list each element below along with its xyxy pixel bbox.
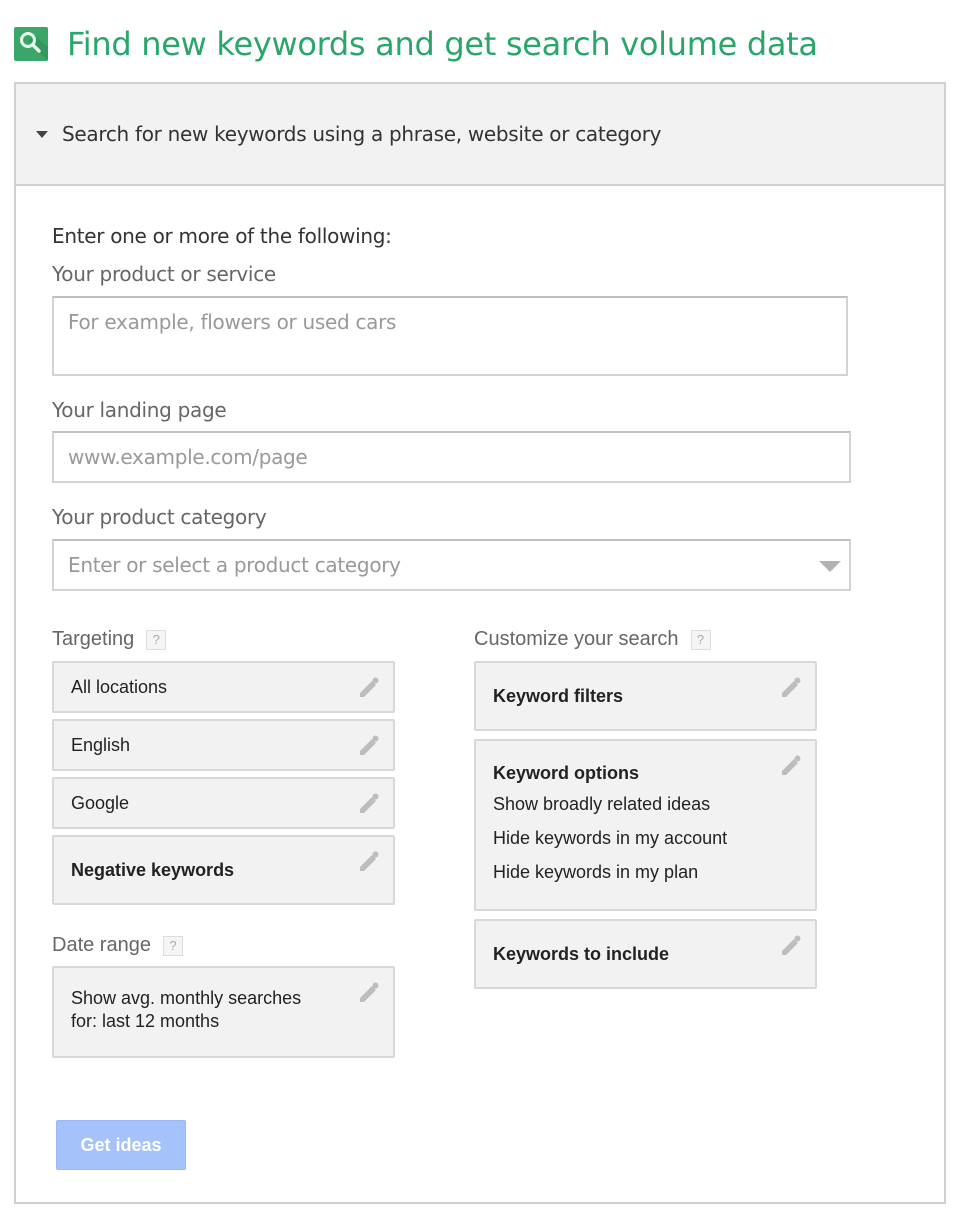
targeting-negative-keywords[interactable]: Negative keywords (52, 835, 395, 905)
pencil-icon[interactable] (357, 733, 381, 762)
pencil-icon[interactable] (779, 753, 803, 782)
customize-label: Customize your search ? (474, 628, 711, 651)
keyword-options-card[interactable]: Keyword options Show broadly related ide… (474, 739, 817, 911)
help-icon[interactable]: ? (690, 629, 711, 650)
pencil-icon[interactable] (779, 933, 803, 962)
date-range-line-1: Show avg. monthly searches (71, 988, 302, 1008)
customize-label-text: Customize your search (474, 628, 679, 650)
keyword-options-title: Keyword options (493, 763, 640, 783)
intro-text: Enter one or more of the following: (52, 224, 392, 248)
product-input[interactable] (52, 296, 848, 376)
targeting-item-label: All locations (71, 676, 168, 697)
landing-page-label: Your landing page (52, 398, 227, 422)
targeting-label: Targeting ? (52, 628, 167, 651)
caret-down-icon (36, 130, 48, 138)
dropdown-arrow-icon[interactable] (819, 561, 841, 572)
pencil-icon[interactable] (357, 791, 381, 820)
targeting-network[interactable]: Google (52, 777, 395, 829)
landing-page-input[interactable] (52, 431, 851, 483)
panel-heading: Search for new keywords using a phrase, … (62, 122, 662, 146)
pencil-icon[interactable] (357, 675, 381, 704)
date-range-line-2: for: last 12 months (71, 1011, 220, 1031)
keywords-to-include-title: Keywords to include (493, 943, 670, 964)
panel-header-toggle[interactable]: Search for new keywords using a phrase, … (16, 84, 944, 186)
date-range-card[interactable]: Show avg. monthly searches for: last 12 … (52, 966, 395, 1058)
keywords-to-include-card[interactable]: Keywords to include (474, 919, 817, 989)
keyword-option: Hide keywords in my account (493, 828, 728, 848)
category-label: Your product category (52, 505, 267, 529)
keyword-option: Hide keywords in my plan (493, 862, 699, 882)
keyword-filters-title: Keyword filters (493, 685, 624, 706)
keyword-filters-card[interactable]: Keyword filters (474, 661, 817, 731)
search-icon (14, 27, 48, 61)
targeting-label-text: Targeting (52, 628, 135, 650)
keyword-search-panel: Search for new keywords using a phrase, … (14, 82, 946, 1204)
help-icon[interactable]: ? (162, 935, 183, 956)
page-header: Find new keywords and get search volume … (14, 25, 818, 63)
keyword-option: Show broadly related ideas (493, 794, 711, 814)
pencil-icon[interactable] (779, 675, 803, 704)
help-icon[interactable]: ? (146, 629, 167, 650)
targeting-item-label: English (71, 734, 131, 755)
targeting-item-label: Google (71, 792, 130, 813)
date-range-label-text: Date range (52, 934, 151, 956)
category-dropdown[interactable]: Enter or select a product category (52, 539, 851, 591)
category-placeholder: Enter or select a product category (68, 553, 401, 577)
date-range-label: Date range ? (52, 934, 183, 957)
targeting-item-label: Negative keywords (71, 859, 235, 880)
pencil-icon[interactable] (357, 849, 381, 878)
targeting-locations[interactable]: All locations (52, 661, 395, 713)
page-title: Find new keywords and get search volume … (67, 25, 818, 63)
product-label: Your product or service (52, 262, 276, 286)
targeting-language[interactable]: English (52, 719, 395, 771)
pencil-icon[interactable] (357, 980, 381, 1009)
get-ideas-button[interactable]: Get ideas (56, 1120, 186, 1170)
